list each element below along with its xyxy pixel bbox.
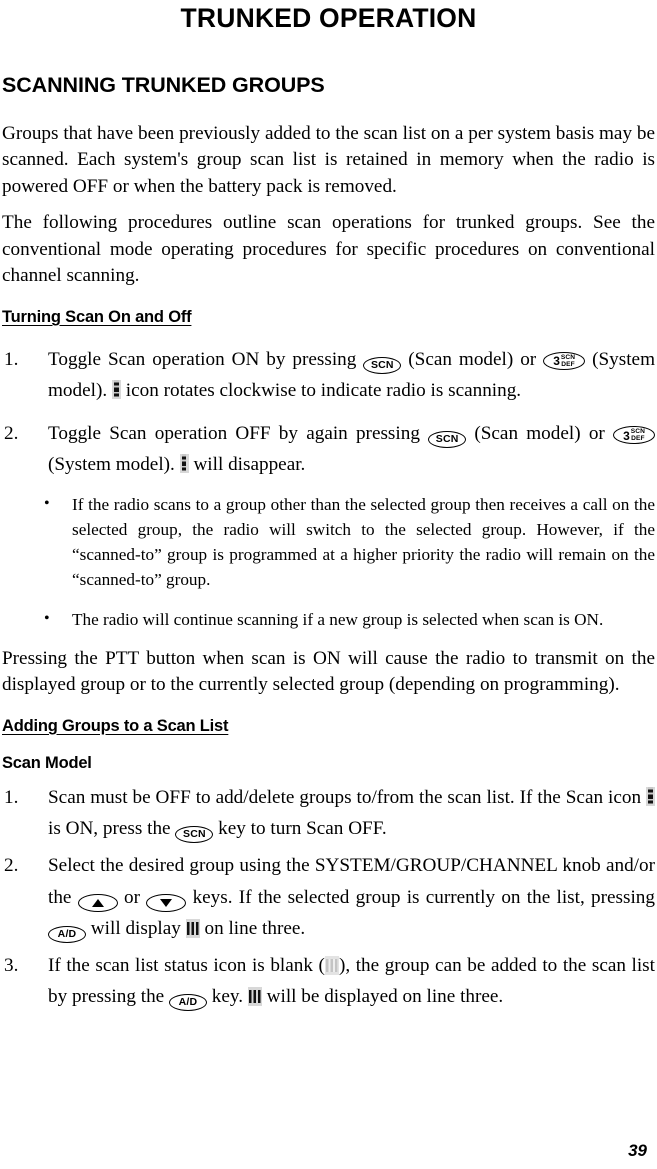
paragraph-scanning-intro-2: The following procedures outline scan op…: [2, 212, 655, 287]
scan-rotating-icon: [111, 379, 121, 399]
list-number: 1.: [4, 348, 19, 370]
list-text: If the scan list status icon is blank ()…: [48, 950, 655, 1012]
step-2-text-a: Toggle Scan operation OFF by again press…: [48, 422, 420, 444]
step-2-text-b: (Scan model) or: [474, 422, 605, 444]
list-number: 2.: [4, 855, 19, 877]
adding-step-1-text-c: key to turn Scan OFF.: [218, 818, 387, 840]
paragraph-ptt-behavior: Pressing the PTT button when scan is ON …: [2, 647, 655, 696]
triangle-down-icon: [160, 898, 173, 907]
ad-key-icon[interactable]: A/D: [168, 993, 207, 1011]
step-2-text-c: (System model).: [48, 454, 175, 475]
list-item-turning-scan-step-2: 2. Toggle Scan operation OFF by again pr…: [2, 418, 656, 480]
adding-step-2-text-b: or: [124, 886, 140, 908]
bullet-marker: •: [44, 609, 50, 627]
up-arrow-key-icon[interactable]: [77, 893, 118, 912]
list-item-adding-step-1: 1. Scan must be OFF to add/delete groups…: [2, 782, 655, 844]
key-letter-bottom: DEF: [561, 360, 575, 368]
list-text: Toggle Scan operation OFF by again press…: [48, 418, 656, 480]
scan-list-full-icon: [185, 918, 200, 938]
list-text: Select the desired group using the SYSTE…: [48, 850, 655, 943]
scan-list-bars-blank: [325, 958, 338, 972]
document-page: TRUNKED OPERATION SCANNING TRUNKED GROUP…: [0, 0, 657, 1169]
list-item-turning-scan-step-1: 1. Toggle Scan operation ON by pressing …: [2, 344, 655, 406]
key-letter-stack: SCN DEF: [631, 428, 645, 443]
bullet-text: The radio will continue scanning if a ne…: [72, 609, 604, 629]
step-1-text-b: (Scan model) or: [408, 348, 537, 370]
subsection-heading-scan-model: Scan Model: [2, 754, 92, 773]
page-number: 39: [628, 1141, 647, 1160]
scan-list-full-icon: [247, 986, 262, 1006]
scan-list-blank-icon: [324, 955, 339, 975]
key-letter-bottom: DEF: [631, 434, 645, 442]
down-arrow-key-icon[interactable]: [146, 893, 187, 912]
adding-step-1-text-b: is ON, press the: [48, 818, 171, 840]
list-number: 3.: [4, 954, 19, 976]
list-item-adding-step-2: 2. Select the desired group using the SY…: [2, 850, 655, 943]
adding-step-2-text-d: will display: [90, 917, 181, 939]
list-text: Toggle Scan operation ON by pressing SCN…: [48, 344, 655, 406]
adding-step-3-text-c: key.: [211, 985, 244, 1007]
adding-step-3-text-a: If the scan list status icon is blank (: [48, 954, 325, 976]
scan-list-bars: [248, 989, 261, 1003]
key-letter-stack: SCN DEF: [561, 354, 575, 369]
subsection-heading-turning-scan-on-and-off: Turning Scan On and Off: [2, 307, 192, 326]
adding-step-2-text-e: on line three.: [204, 917, 306, 939]
paragraph-scanning-intro-1: Groups that have been previously added t…: [2, 122, 655, 197]
scan-rotating-icon: [646, 787, 655, 807]
three-scn-def-key-icon[interactable]: 3 SCN DEF: [613, 425, 656, 444]
page-title: TRUNKED OPERATION: [180, 3, 477, 33]
three-scn-def-key-icon[interactable]: 3 SCN DEF: [543, 351, 586, 370]
scn-key-icon[interactable]: SCN: [363, 356, 402, 374]
key-digit: 3: [623, 428, 630, 443]
subsection-heading-adding-groups-to-a-scan-list: Adding Groups to a Scan List: [2, 716, 229, 735]
scn-key-icon[interactable]: SCN: [428, 430, 467, 448]
list-number: 2.: [4, 422, 19, 444]
key-digit: 3: [553, 354, 560, 369]
list-text: Scan must be OFF to add/delete groups to…: [48, 782, 655, 844]
adding-step-2-text-c: keys. If the selected group is currently…: [192, 886, 655, 908]
ad-key-icon[interactable]: A/D: [48, 925, 86, 943]
bullet-item-scan-behavior-1: • If the radio scans to a group other th…: [2, 492, 655, 592]
bullet-text: If the radio scans to a group other than…: [72, 495, 655, 590]
list-number: 1.: [4, 787, 19, 809]
step-1-text-a: Toggle Scan operation ON by pressing: [48, 348, 357, 370]
scan-list-bars: [186, 921, 199, 935]
scan-rotating-icon: [179, 454, 189, 473]
bullet-item-scan-behavior-2: • The radio will continue scanning if a …: [2, 607, 655, 632]
list-item-adding-step-3: 3. If the scan list status icon is blank…: [2, 950, 655, 1012]
step-2-text-d: will disappear.: [193, 454, 306, 475]
adding-step-3-text-d: will be displayed on line three.: [266, 985, 504, 1007]
scn-key-icon[interactable]: SCN: [175, 826, 214, 844]
step-1-text-d: icon rotates clockwise to indicate radio…: [125, 379, 522, 401]
adding-step-1-text-a: Scan must be OFF to add/delete groups to…: [48, 787, 642, 809]
section-heading-scanning-trunked-groups: SCANNING TRUNKED GROUPS: [2, 73, 325, 98]
triangle-up-icon: [91, 898, 104, 907]
bullet-marker: •: [44, 495, 50, 513]
